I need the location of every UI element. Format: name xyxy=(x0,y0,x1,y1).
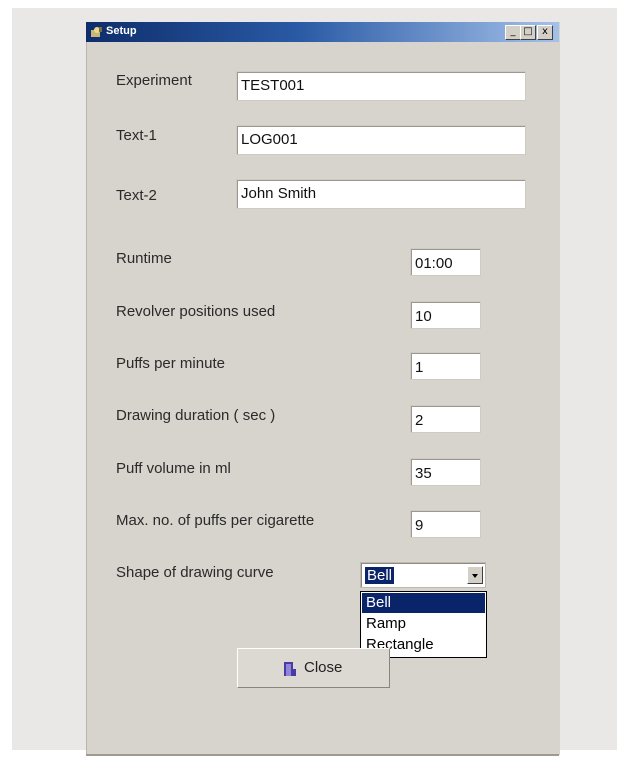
drawing-duration-input[interactable]: 2 xyxy=(410,405,481,433)
puffs-per-minute-label: Puffs per minute xyxy=(116,355,225,372)
dropdown-arrow-icon[interactable] xyxy=(467,566,483,584)
runtime-label: Runtime xyxy=(116,250,172,267)
drawing-duration-label: Drawing duration ( sec ) xyxy=(116,407,276,424)
text2-label: Text-2 xyxy=(116,187,157,204)
puffs-per-minute-input[interactable]: 1 xyxy=(410,352,481,380)
revolver-positions-label: Revolver positions used xyxy=(116,303,276,320)
option-ramp[interactable]: Ramp xyxy=(362,614,485,634)
curve-shape-label: Shape of drawing curve xyxy=(116,564,274,581)
revolver-positions-input[interactable]: 10 xyxy=(410,301,481,329)
option-bell[interactable]: Bell xyxy=(362,593,485,613)
max-puffs-label: Max. no. of puffs per cigarette xyxy=(116,512,315,529)
exit-door-icon xyxy=(284,662,296,676)
close-button-label: Close xyxy=(304,659,343,676)
close-button[interactable]: Close xyxy=(237,648,390,688)
close-window-button[interactable]: x xyxy=(537,25,553,40)
runtime-input[interactable]: 01:00 xyxy=(410,248,481,276)
title-bar[interactable]: Setup _ □ x xyxy=(86,22,559,42)
dialog-bottom-edge xyxy=(86,754,559,756)
app-icon xyxy=(91,27,102,37)
experiment-input[interactable]: TEST001 xyxy=(236,71,526,101)
puff-volume-label: Puff volume in ml xyxy=(116,460,231,477)
puff-volume-input[interactable]: 35 xyxy=(410,458,481,486)
text2-input[interactable]: John Smith xyxy=(236,179,526,209)
maximize-button[interactable]: □ xyxy=(520,25,536,40)
text1-input[interactable]: LOG001 xyxy=(236,125,526,155)
window-title: Setup xyxy=(106,25,137,37)
minimize-button[interactable]: _ xyxy=(505,25,521,40)
curve-shape-selected: Bell xyxy=(365,567,395,584)
experiment-label: Experiment xyxy=(116,72,192,89)
curve-shape-select[interactable]: Bell xyxy=(360,562,486,588)
text1-label: Text-1 xyxy=(116,127,157,144)
max-puffs-input[interactable]: 9 xyxy=(410,510,481,538)
